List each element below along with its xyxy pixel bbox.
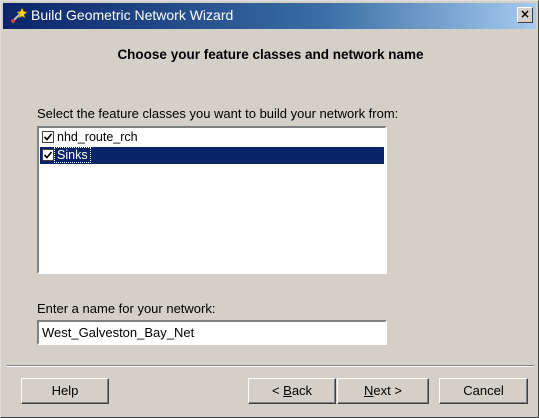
network-name-label: Enter a name for your network: — [37, 301, 216, 316]
feature-classes-label: Select the feature classes you want to b… — [37, 106, 399, 121]
back-button-accelerator: B — [283, 383, 292, 398]
help-button[interactable]: Help — [21, 378, 109, 404]
next-button[interactable]: Next > — [337, 378, 429, 404]
back-button[interactable]: < Back — [248, 378, 336, 404]
wizard-dialog: Build Geometric Network Wizard × Choose … — [0, 0, 539, 418]
title-bar[interactable]: Build Geometric Network Wizard × — [3, 3, 536, 29]
network-name-field[interactable]: West_Galveston_Bay_Net — [37, 320, 387, 345]
list-item-sinks[interactable]: Sinks — [40, 147, 384, 164]
next-button-accelerator: N — [364, 383, 374, 398]
checkmark-icon — [44, 133, 52, 141]
checkbox-nhd-route-rch[interactable] — [42, 131, 54, 143]
checkmark-icon — [44, 151, 52, 159]
back-button-rest: ack — [291, 383, 313, 398]
window-title: Build Geometric Network Wizard — [31, 7, 234, 23]
close-icon[interactable]: × — [517, 7, 533, 23]
button-separator-highlight — [7, 366, 534, 367]
checkbox-sinks[interactable] — [42, 149, 54, 161]
feature-classes-list[interactable]: nhd_route_rch Sinks — [37, 126, 387, 274]
page-heading: Choose your feature classes and network … — [117, 47, 424, 62]
list-item-label: nhd_route_rch — [57, 130, 138, 144]
cancel-button[interactable]: Cancel — [439, 378, 528, 404]
list-item-label: Sinks — [54, 147, 91, 163]
back-button-prefix: < — [271, 383, 284, 398]
next-button-rest: ext > — [373, 383, 402, 398]
network-wizard-icon — [9, 7, 28, 25]
list-item-nhd-route-rch[interactable]: nhd_route_rch — [40, 129, 384, 146]
